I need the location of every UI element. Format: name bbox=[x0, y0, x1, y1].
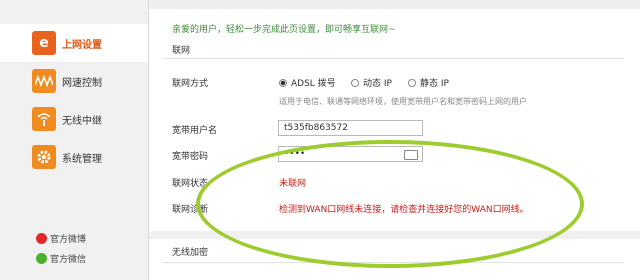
sidebar-item-wireless-relay[interactable]: 无线中继 bbox=[0, 100, 148, 138]
radio-dot[interactable] bbox=[351, 78, 359, 87]
ie-icon: e bbox=[32, 31, 56, 55]
sidebar-item-internet-settings[interactable]: e 上网设置 bbox=[0, 24, 148, 62]
weibo-icon bbox=[36, 233, 47, 244]
sidebar: e 上网设置 网速控制 无线中继 系统管理 官方微博 官方微信 bbox=[0, 0, 149, 280]
radio-dot[interactable] bbox=[408, 78, 416, 87]
section-title-wireless: 无线加密 bbox=[172, 248, 209, 258]
official-wechat-link[interactable]: 官方微信 bbox=[36, 252, 86, 265]
connection-type-label: 联网方式 bbox=[172, 79, 209, 89]
highlight-annotation-ellipse bbox=[196, 140, 584, 268]
radio-label: 动态 IP bbox=[363, 79, 392, 89]
sidebar-item-label: 上网设置 bbox=[62, 39, 102, 51]
radio-label: ADSL 拨号 bbox=[291, 79, 336, 89]
sidebar-item-speed-control[interactable]: 网速控制 bbox=[0, 62, 148, 100]
username-label: 宽带用户名 bbox=[172, 126, 218, 136]
radio-label: 静态 IP bbox=[420, 79, 449, 89]
social-label: 官方微博 bbox=[50, 235, 87, 245]
sidebar-item-system-management[interactable]: 系统管理 bbox=[0, 138, 148, 176]
radio-adsl[interactable]: ADSL 拨号 bbox=[279, 76, 336, 89]
section-title-network: 联网 bbox=[172, 46, 191, 56]
radio-dot[interactable] bbox=[279, 78, 287, 87]
top-strip bbox=[149, 0, 640, 9]
speed-wave-icon bbox=[32, 69, 56, 93]
connection-hint: 适用于电信、联通等网络环境，使用宽带用户名和宽带密码上网的用户 bbox=[279, 97, 527, 106]
password-label: 宽带密码 bbox=[172, 152, 209, 162]
social-label: 官方微信 bbox=[50, 255, 87, 265]
radio-static-ip[interactable]: 静态 IP bbox=[408, 76, 449, 89]
divider bbox=[162, 58, 624, 59]
radio-dynamic-ip[interactable]: 动态 IP bbox=[351, 76, 392, 89]
sidebar-item-label: 系统管理 bbox=[62, 153, 102, 165]
wechat-icon bbox=[36, 253, 47, 264]
wireless-relay-icon bbox=[32, 107, 56, 131]
sidebar-item-label: 无线中继 bbox=[62, 115, 102, 127]
sidebar-item-label: 网速控制 bbox=[62, 77, 102, 89]
username-value: t535fb863572 bbox=[284, 123, 348, 133]
welcome-text: 亲爱的用户，轻松一步完成此页设置，即可畅享互联网~ bbox=[172, 25, 396, 35]
username-field[interactable]: t535fb863572 bbox=[278, 120, 423, 136]
gear-icon bbox=[32, 145, 56, 169]
official-weibo-link[interactable]: 官方微博 bbox=[36, 232, 86, 245]
